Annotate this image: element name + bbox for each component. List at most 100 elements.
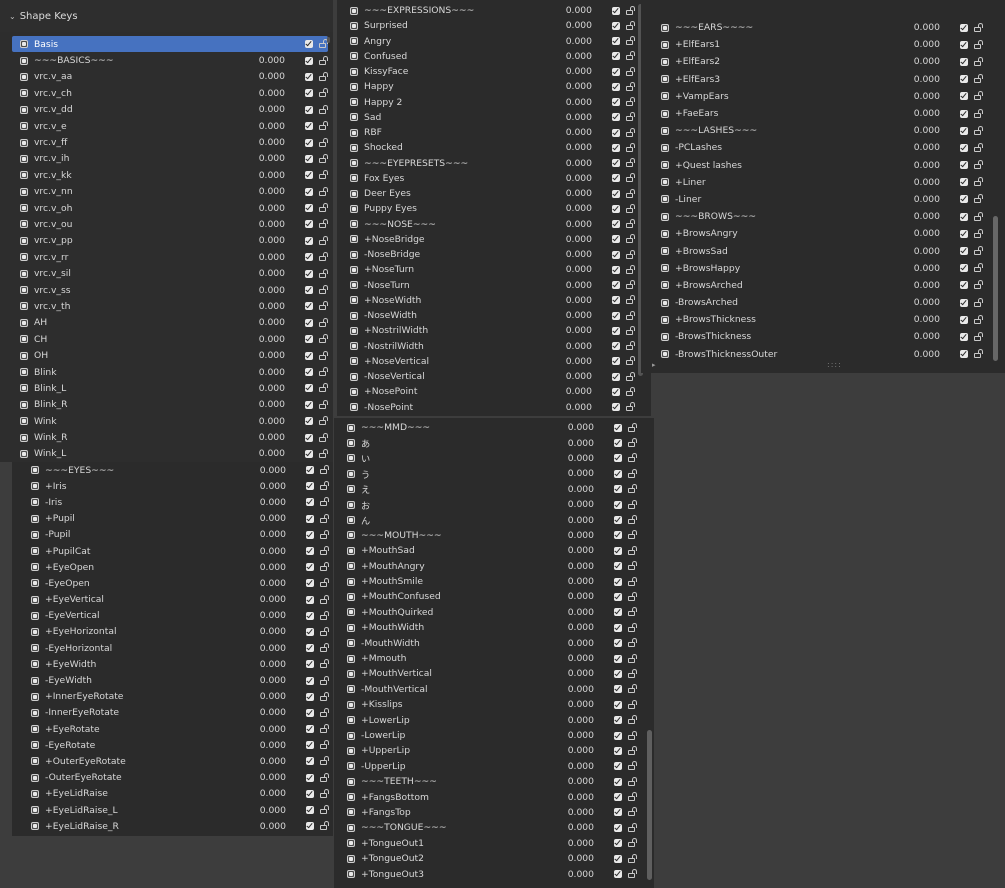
shape-key-value[interactable]: 0.000 — [237, 334, 285, 345]
lock-open-icon[interactable] — [972, 143, 983, 153]
lock-open-icon[interactable] — [626, 438, 637, 448]
shape-key-value[interactable]: 0.000 — [237, 367, 285, 378]
shape-key-row[interactable]: -MouthVertical 0.000 — [339, 682, 637, 697]
shape-key-row[interactable]: +VampEars 0.000 — [653, 88, 983, 105]
lock-open-icon[interactable] — [624, 82, 635, 92]
shape-key-row[interactable]: +Mmouth 0.000 — [339, 651, 637, 666]
shape-key-name[interactable]: +MouthWidth — [361, 622, 555, 633]
lock-open-icon[interactable] — [624, 158, 635, 168]
shape-key-row[interactable]: vrc.v_ss 0.000 — [12, 282, 328, 298]
shape-key-value[interactable]: 0.000 — [555, 699, 594, 710]
lock-open-icon[interactable] — [972, 212, 983, 222]
lock-open-icon[interactable] — [317, 416, 328, 426]
shape-key-value[interactable]: 0.000 — [900, 142, 940, 153]
shape-key-value[interactable]: 0.000 — [555, 869, 594, 880]
lock-open-icon[interactable] — [624, 219, 635, 229]
checkbox-icon[interactable] — [614, 731, 622, 740]
shape-key-row[interactable]: Confused 0.000 — [342, 49, 635, 64]
shape-key-row[interactable]: vrc.v_ch 0.000 — [12, 85, 328, 101]
shape-key-value[interactable]: 0.000 — [900, 91, 940, 102]
lock-open-icon[interactable] — [972, 263, 983, 273]
lock-open-icon[interactable] — [972, 298, 983, 308]
lock-open-icon[interactable] — [318, 740, 329, 750]
shape-key-value[interactable]: 0.000 — [237, 137, 285, 148]
shape-key-value[interactable]: 0.000 — [246, 675, 286, 686]
lock-open-icon[interactable] — [317, 334, 328, 344]
shape-key-name[interactable]: -Pupil — [45, 529, 246, 540]
shape-key-row[interactable]: -EyeVertical 0.000 — [23, 608, 329, 624]
shape-key-value[interactable]: 0.000 — [246, 724, 286, 735]
lock-open-icon[interactable] — [972, 109, 983, 119]
lock-open-icon[interactable] — [626, 484, 637, 494]
lock-open-icon[interactable] — [318, 805, 329, 815]
lock-open-icon[interactable] — [624, 21, 635, 31]
lock-open-icon[interactable] — [317, 203, 328, 213]
shape-key-name[interactable]: +Pupil — [45, 513, 246, 524]
shape-key-value[interactable]: 0.000 — [246, 740, 286, 751]
shape-key-row[interactable]: Deer Eyes 0.000 — [342, 186, 635, 201]
shape-key-value[interactable]: 0.000 — [246, 465, 286, 476]
shape-key-name[interactable]: -NostrilWidth — [364, 341, 555, 352]
shape-key-name[interactable]: vrc.v_ss — [34, 285, 237, 296]
checkbox-icon[interactable] — [306, 498, 314, 507]
shape-key-name[interactable]: Blink_L — [34, 383, 237, 394]
checkbox-icon[interactable] — [612, 98, 620, 107]
lock-open-icon[interactable] — [624, 173, 635, 183]
shape-key-name[interactable]: -NoseTurn — [364, 280, 555, 291]
checkbox-icon[interactable] — [614, 700, 622, 709]
shape-key-value[interactable]: 0.000 — [555, 484, 594, 495]
shape-key-value[interactable]: 0.000 — [555, 576, 594, 587]
resize-grip[interactable]: :::: — [827, 360, 842, 369]
checkbox-icon[interactable] — [612, 387, 620, 396]
lock-open-icon[interactable] — [626, 423, 637, 433]
shape-key-value[interactable]: 0.000 — [555, 295, 592, 306]
shape-key-value[interactable]: 0.000 — [555, 545, 594, 556]
shape-key-row[interactable]: +EyeLidRaise 0.000 — [23, 786, 329, 802]
lock-open-icon[interactable] — [626, 807, 637, 817]
checkbox-icon[interactable] — [306, 563, 314, 572]
lock-open-icon[interactable] — [318, 578, 329, 588]
lock-open-icon[interactable] — [626, 530, 637, 540]
checkbox-icon[interactable] — [614, 546, 622, 555]
shape-key-value[interactable]: 0.000 — [555, 371, 592, 382]
shape-key-name[interactable]: vrc.v_e — [34, 121, 237, 132]
shape-key-value[interactable]: 0.000 — [555, 561, 594, 572]
lock-open-icon[interactable] — [317, 285, 328, 295]
shape-key-value[interactable]: 0.000 — [555, 386, 592, 397]
shape-key-row[interactable]: -Iris 0.000 — [23, 494, 329, 510]
shape-key-name[interactable]: vrc.v_dd — [34, 104, 237, 115]
shape-key-row[interactable]: +NosePoint 0.000 — [342, 384, 635, 399]
shape-key-name[interactable]: -EyeVertical — [45, 610, 246, 621]
shape-key-row[interactable]: OH 0.000 — [12, 347, 328, 363]
shape-key-value[interactable]: 0.000 — [246, 659, 286, 670]
lock-open-icon[interactable] — [972, 160, 983, 170]
shape-key-value[interactable]: 0.000 — [555, 776, 594, 787]
checkbox-icon[interactable] — [612, 342, 620, 351]
shape-key-name[interactable]: +FangsBottom — [361, 792, 555, 803]
shape-key-value[interactable]: 0.000 — [237, 432, 285, 443]
shape-key-name[interactable]: Deer Eyes — [364, 188, 555, 199]
shape-key-name[interactable]: ~~~BASICS~~~ — [34, 55, 237, 66]
checkbox-icon[interactable] — [612, 174, 620, 183]
shape-key-row[interactable]: RBF 0.000 — [342, 125, 635, 140]
shape-key-row[interactable]: え 0.000 — [339, 482, 637, 497]
lock-open-icon[interactable] — [317, 301, 328, 311]
checkbox-icon[interactable] — [305, 449, 313, 458]
shape-key-row[interactable]: -EyeHorizontal 0.000 — [23, 640, 329, 656]
shape-key-name[interactable]: +NostrilWidth — [364, 325, 555, 336]
shape-key-value[interactable]: 0.000 — [555, 838, 594, 849]
checkbox-icon[interactable] — [612, 204, 620, 213]
shape-key-value[interactable]: 0.000 — [555, 622, 594, 633]
checkbox-icon[interactable] — [305, 269, 313, 278]
checkbox-icon[interactable] — [614, 608, 622, 617]
shape-key-value[interactable]: 0.000 — [900, 22, 940, 33]
shape-key-row[interactable]: +EyeOpen 0.000 — [23, 559, 329, 575]
shape-key-row[interactable]: +MouthConfused 0.000 — [339, 589, 637, 604]
shape-key-name[interactable]: Happy — [364, 81, 555, 92]
checkbox-icon[interactable] — [612, 189, 620, 198]
checkbox-icon[interactable] — [614, 454, 622, 463]
shape-key-row[interactable]: +MouthSad 0.000 — [339, 543, 637, 558]
shape-key-row[interactable]: +LowerLip 0.000 — [339, 712, 637, 727]
shape-key-row[interactable]: +EyeVertical 0.000 — [23, 592, 329, 608]
checkbox-icon[interactable] — [960, 332, 968, 341]
